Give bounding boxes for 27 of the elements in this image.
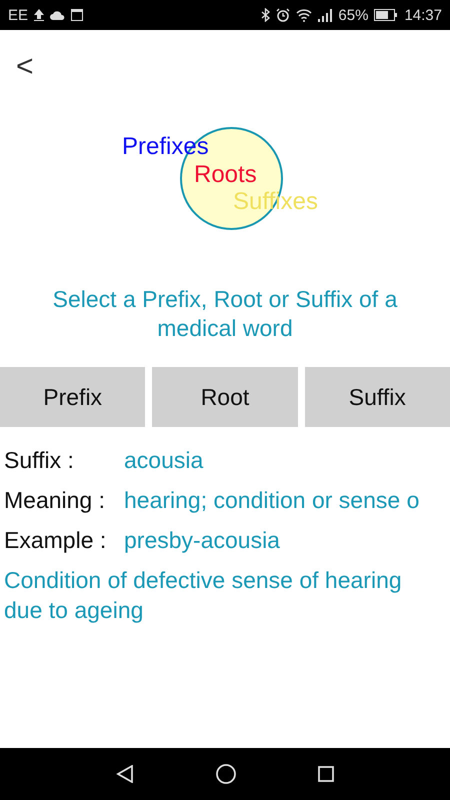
detail-value: presby-acousia bbox=[124, 527, 280, 553]
cloud-icon bbox=[50, 10, 66, 20]
battery-icon bbox=[374, 9, 398, 21]
back-nav-icon[interactable] bbox=[116, 765, 134, 783]
logo-word: Roots bbox=[194, 163, 257, 187]
category-button[interactable]: Root bbox=[152, 367, 298, 427]
wifi-icon bbox=[296, 8, 312, 22]
category-button[interactable]: Prefix bbox=[0, 367, 146, 427]
category-button[interactable]: Suffix bbox=[304, 367, 450, 427]
signal-icon bbox=[318, 8, 332, 22]
detail-value: hearing; condition or sense o bbox=[124, 487, 420, 513]
calendar-icon bbox=[71, 9, 84, 21]
clock-time: 14:37 bbox=[404, 6, 442, 24]
bluetooth-icon bbox=[261, 8, 270, 22]
detail-label: Example : bbox=[4, 527, 108, 553]
description-text: Condition of defective sense of hearing due to ageing bbox=[4, 566, 403, 625]
upload-icon bbox=[34, 9, 44, 21]
detail-value: acousia bbox=[124, 447, 204, 473]
detail-label: Suffix : bbox=[4, 447, 75, 473]
instruction-text: Select a Prefix, Root or Suffix of a medical word bbox=[52, 285, 398, 343]
battery-percent: 65% bbox=[338, 6, 368, 24]
detail-label: Meaning : bbox=[4, 487, 106, 513]
alarm-icon bbox=[276, 8, 290, 22]
recents-nav-icon[interactable] bbox=[318, 766, 334, 782]
carrier-name: EE bbox=[8, 6, 28, 24]
home-nav-icon[interactable] bbox=[216, 764, 236, 784]
back-button[interactable]: < bbox=[12, 52, 38, 82]
